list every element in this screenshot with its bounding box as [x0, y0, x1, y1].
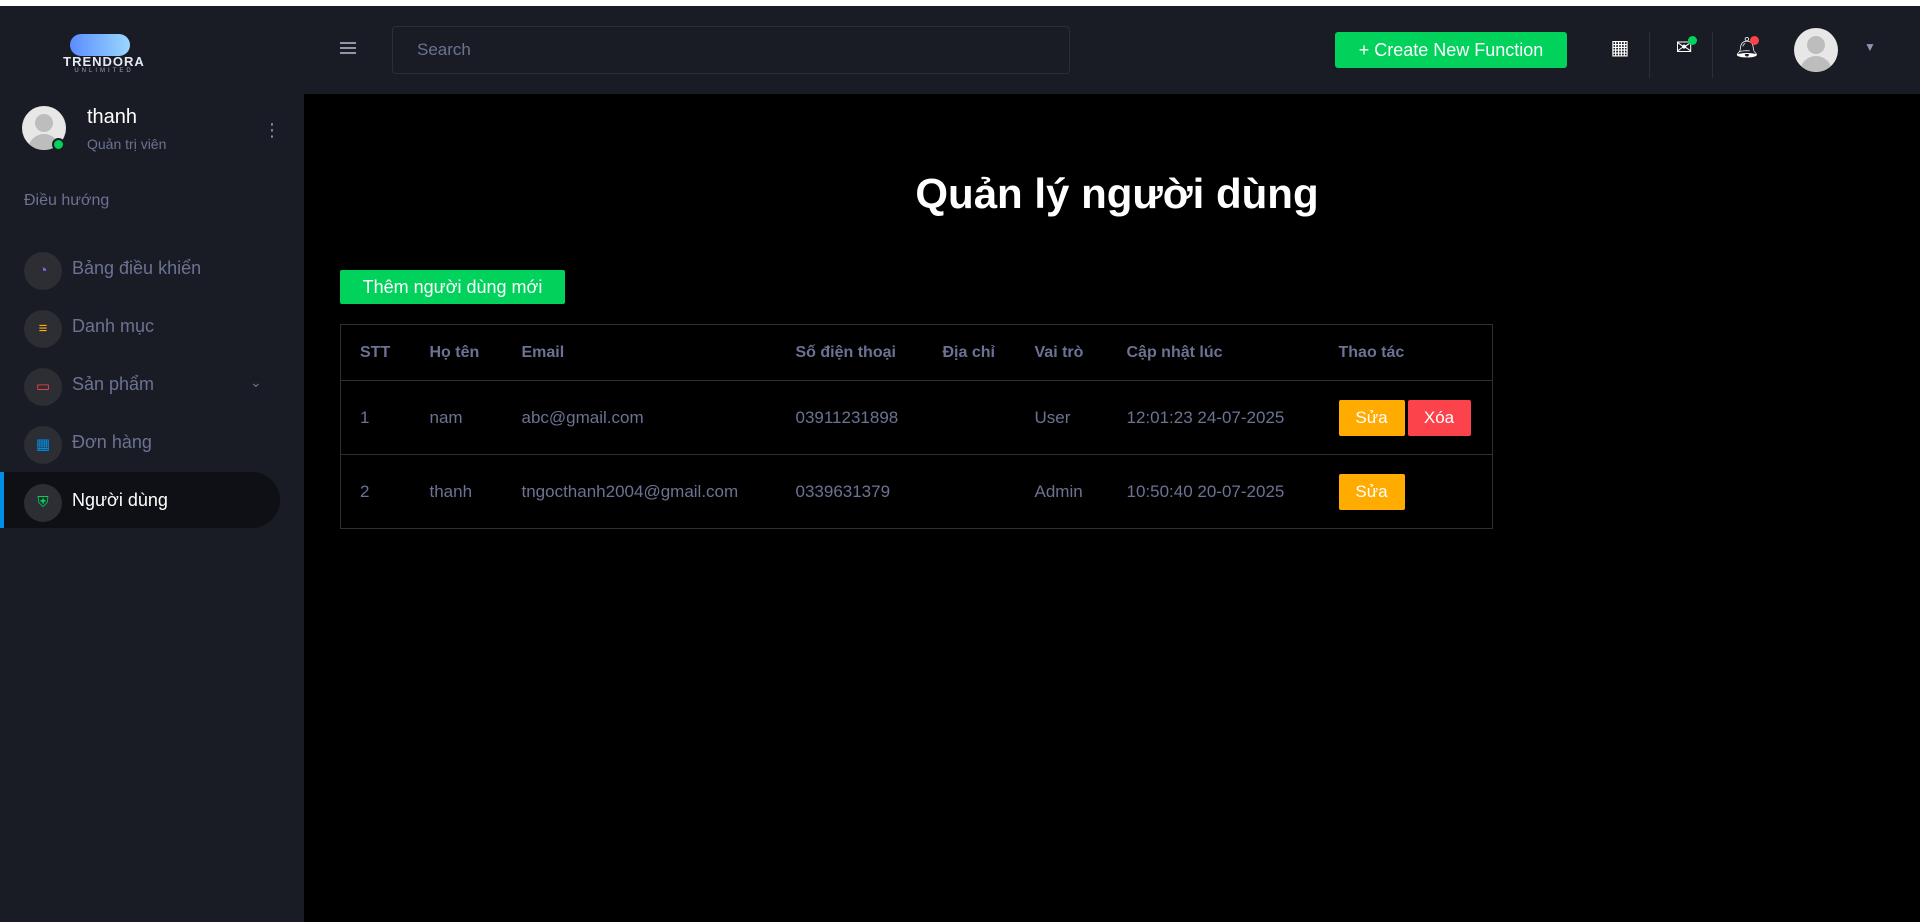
speedometer-icon: ◔: [24, 252, 62, 290]
sidebar-item-label: Bảng điều khiển: [72, 258, 202, 278]
cell-name: nam: [410, 380, 503, 455]
table-icon: ▦: [24, 426, 62, 464]
chevron-down-icon: ⌄: [250, 374, 262, 390]
divider: [1649, 32, 1650, 78]
notification-badge: [1750, 36, 1759, 45]
search-input[interactable]: [392, 26, 1070, 74]
user-avatar[interactable]: [1794, 28, 1838, 72]
header-updated: Cập nhật lúc: [1107, 324, 1320, 381]
cell-email: tngocthanh2004@gmail.com: [521, 481, 739, 501]
cell-name: thanh: [429, 481, 473, 501]
header-role: Vai trò: [1015, 324, 1108, 381]
sidebar-item-users[interactable]: ⛨ Người dùng: [0, 472, 280, 528]
add-user-button[interactable]: Thêm người dùng mới: [340, 270, 565, 304]
header-name: Họ tên: [410, 324, 503, 381]
divider: [1712, 32, 1713, 78]
cell-role: User: [1015, 380, 1108, 455]
header-phone: Số điện thoại: [776, 324, 924, 381]
cell-role: Admin: [1034, 481, 1083, 501]
grid-icon[interactable]: ▦: [1606, 34, 1634, 62]
brand-logo[interactable]: TRENDORA UNLIMITED: [44, 32, 164, 76]
sidebar-item-products[interactable]: ▭ Sản phẩm ⌄: [0, 356, 280, 412]
cell-stt: 2: [360, 481, 370, 501]
users-table: STT Họ tên Email Số điện thoại Địa chỉ V…: [340, 324, 1493, 529]
sidebar-item-categories[interactable]: ≡ Danh mục: [0, 298, 280, 354]
sidebar-item-label: Danh mục: [72, 316, 155, 336]
cell-updated: 10:50:40 20-07-2025: [1126, 481, 1285, 501]
cell-actions: Sửa: [1320, 455, 1493, 529]
sidebar-item-label: Đơn hàng: [72, 432, 152, 452]
sidebar-item-orders[interactable]: ▦ Đơn hàng: [0, 414, 280, 470]
edit-button[interactable]: Sửa: [1338, 473, 1405, 510]
top-navbar: + Create New Function ▦ ✉ 🔔︎ ▼: [304, 6, 1920, 94]
sidebar-item-label: Người dùng: [72, 490, 168, 510]
main-content: Quản lý người dùng Thêm người dùng mới S…: [304, 94, 1920, 922]
shield-icon: ⛨: [24, 484, 62, 522]
list-icon: ≡: [24, 310, 62, 348]
sidebar-item-label: Sản phẩm: [72, 374, 155, 394]
header-actions: Thao tác: [1319, 324, 1493, 381]
sidebar-profile: thanh Quản trị viên ⋮: [22, 106, 284, 166]
header-email: Email: [502, 324, 777, 381]
cell-actions: Sửa Xóa: [1319, 380, 1493, 455]
cell-address: [924, 455, 1016, 529]
cell-updated: 12:01:23 24-07-2025: [1107, 380, 1320, 455]
sidebar: TRENDORA UNLIMITED thanh Quản trị viên ⋮…: [0, 6, 304, 922]
create-new-function-button[interactable]: + Create New Function: [1335, 32, 1567, 68]
cell-stt: 1: [340, 380, 411, 455]
profile-role: Quản trị viên: [87, 136, 167, 152]
laptop-icon: ▭: [24, 368, 62, 406]
logo-shape-icon: [70, 34, 130, 56]
page-title: Quản lý người dùng: [915, 170, 1319, 217]
edit-button[interactable]: Sửa: [1338, 399, 1405, 436]
sidebar-item-dashboard[interactable]: ◔ Bảng điều khiển: [0, 240, 280, 296]
mail-badge: [1688, 36, 1697, 45]
more-vertical-icon[interactable]: ⋮: [262, 118, 282, 142]
delete-button[interactable]: Xóa: [1407, 399, 1471, 436]
cell-phone: 03911231898: [776, 380, 924, 455]
cell-email: abc@gmail.com: [502, 380, 777, 455]
logo-sub: UNLIMITED: [74, 68, 134, 74]
table-row: 2 thanh tngocthanh2004@gmail.com 0339631…: [341, 455, 1493, 529]
nav-heading: Điều hướng: [24, 192, 110, 209]
table-header-row: STT Họ tên Email Số điện thoại Địa chỉ V…: [340, 324, 1493, 381]
menu-toggle-icon[interactable]: [340, 42, 356, 54]
cell-phone: 0339631379: [795, 481, 891, 501]
profile-name: thanh: [87, 106, 138, 128]
caret-down-icon[interactable]: ▼: [1864, 40, 1876, 54]
header-address: Địa chỉ: [923, 324, 1016, 381]
cell-address: [923, 380, 1016, 455]
header-stt: STT: [340, 324, 411, 381]
table-row: 1 nam abc@gmail.com 03911231898 User 12:…: [340, 380, 1493, 455]
online-status-icon: [52, 138, 65, 151]
logo-word: TRENDORA: [63, 54, 145, 69]
